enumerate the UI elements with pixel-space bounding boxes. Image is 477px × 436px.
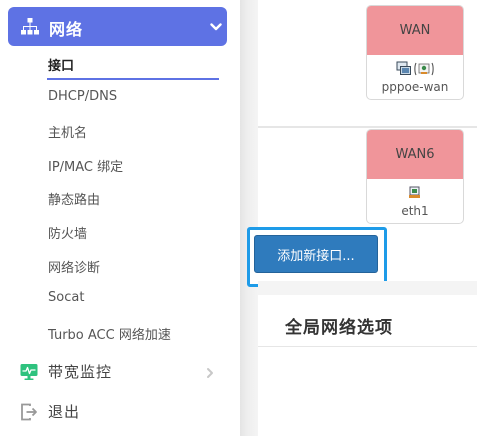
chevron-right-icon [207,368,213,378]
add-interface-button[interactable]: 添加新接口... [254,235,378,273]
sidebar-item-turbo-acc[interactable]: Turbo ACC 网络加速 [48,324,171,343]
sidebar-divider [240,0,258,436]
sidebar-item-dhcp-dns[interactable]: DHCP/DNS [48,89,117,104]
chevron-down-icon [210,23,222,31]
interface-info: pppoe-wan [367,55,463,99]
nav-logout[interactable]: 退出 [0,394,240,430]
interface-icons [367,61,463,77]
interface-zone-badge: WAN [367,6,463,55]
logout-icon [21,403,37,421]
network-icon [21,18,39,35]
nav-bandwidth-monitor[interactable]: 带宽监控 [0,354,240,390]
active-item-underline [47,78,219,80]
dialup-modem-icon [413,62,434,76]
sidebar-item-static-routes[interactable]: 静态路由 [48,189,100,208]
nav-logout-label: 退出 [48,403,81,421]
main-content: WAN pppoe-wan WAN6 eth1 添加新接口... 全局网络选项 [247,0,477,436]
add-interface-highlight: 添加新接口... [247,227,387,287]
interface-device-name: pppoe-wan [381,80,449,94]
sidebar-item-firewall[interactable]: 防火墙 [48,223,87,242]
add-interface-label: 添加新接口... [277,248,355,264]
interface-info: eth1 [367,179,463,223]
interface-card-wan[interactable]: WAN pppoe-wan [366,5,464,100]
interface-icons [367,185,463,201]
ethernet-port-icon [409,186,420,198]
interface-zone-name: WAN6 [395,147,435,162]
sidebar-item-diagnostics[interactable]: 网络诊断 [48,257,100,276]
section-title-divider [258,346,477,347]
section-separator [258,281,477,295]
sidebar-item-hostnames[interactable]: 主机名 [48,122,87,141]
network-device-icon [396,61,411,75]
row-divider [258,126,477,128]
nav-group-network-label: 网络 [49,20,84,39]
sidebar-item-interfaces[interactable]: 接口 [48,55,74,74]
sidebar: 网络 接口 DHCP/DNS 主机名 IP/MAC 绑定 静态路由 防火墙 网络… [0,0,240,436]
nav-group-network[interactable]: 网络 [8,7,227,46]
monitor-icon [20,364,38,380]
interface-zone-name: WAN [399,23,431,38]
interface-card-wan6[interactable]: WAN6 eth1 [366,129,464,224]
sidebar-item-socat[interactable]: Socat [48,290,84,305]
interface-device-name: eth1 [401,204,429,218]
sidebar-item-ip-mac-binding[interactable]: IP/MAC 绑定 [48,156,123,175]
interface-zone-badge: WAN6 [367,130,463,179]
nav-bandwidth-label: 带宽监控 [48,363,113,381]
global-network-options-title: 全局网络选项 [285,318,393,338]
